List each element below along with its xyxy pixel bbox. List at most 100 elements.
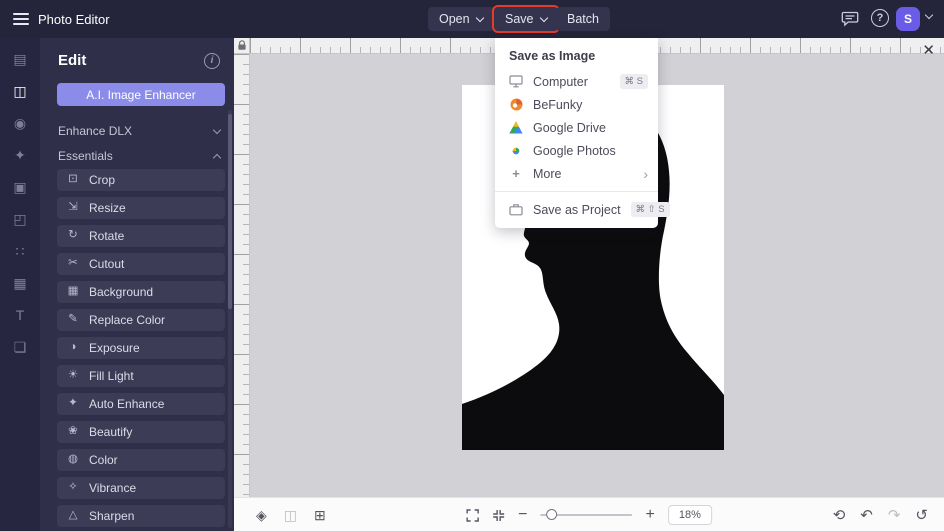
- image-manager-button[interactable]: ⊞: [314, 508, 326, 522]
- zoom-percentage[interactable]: 18%: [668, 505, 712, 525]
- sidebar-item-frames[interactable]: ▣: [9, 179, 31, 195]
- undo-icon: ↶: [860, 507, 873, 524]
- resize-icon: ⇲: [66, 202, 80, 214]
- tool-label: Rotate: [89, 229, 124, 243]
- sidebar-item-edit[interactable]: ◫: [9, 83, 31, 99]
- plus-icon: +: [645, 506, 654, 523]
- tool-color[interactable]: ◍ Color: [57, 449, 225, 471]
- grid-icon: ⊞: [314, 507, 326, 523]
- tool-rotate[interactable]: ↻Rotate: [57, 225, 225, 247]
- compare-button[interactable]: ◫: [284, 508, 297, 522]
- section-label: Enhance DLX: [58, 124, 132, 138]
- tool-sharpen[interactable]: △Sharpen: [57, 505, 225, 527]
- shortcut-badge: ⌘ S: [620, 74, 648, 89]
- zoom-out-button[interactable]: −: [518, 507, 527, 523]
- layers-button[interactable]: ◈: [256, 508, 267, 522]
- batch-button[interactable]: Batch: [556, 7, 610, 31]
- save-menu-item-more[interactable]: + More ›: [495, 162, 658, 185]
- fit-to-screen-button[interactable]: [492, 509, 505, 522]
- tool-cutout[interactable]: ✂Cutout: [57, 253, 225, 275]
- menu-item-label: Google Drive: [533, 121, 606, 135]
- avatar-initial: S: [904, 12, 912, 26]
- help-glyph: ?: [877, 12, 884, 24]
- chevron-right-icon: ›: [643, 167, 648, 181]
- tool-auto-enhance[interactable]: ✦Auto Enhance: [57, 393, 225, 415]
- touch-up-icon: ◉: [14, 116, 26, 130]
- tool-label: Crop: [89, 173, 115, 187]
- photo-library-icon: ▤: [13, 52, 26, 66]
- redo-icon: ↷: [888, 507, 901, 524]
- sidebar-item-overlays[interactable]: ◰: [9, 211, 31, 227]
- section-enhance-dlx[interactable]: Enhance DLX: [58, 121, 220, 141]
- tool-label: Sharpen: [89, 509, 134, 523]
- main-sidebar: ▤ ◫ ◉ ✦ ▣ ◰ ∷ ▦ T ❏: [0, 38, 40, 531]
- menu-item-label: Google Photos: [533, 144, 616, 158]
- redo-button[interactable]: ↷: [888, 508, 901, 523]
- crop-icon: ⊡: [66, 174, 80, 186]
- tool-label: Replace Color: [89, 313, 165, 327]
- layers-icon: ◈: [256, 507, 267, 523]
- menu-item-label: Save as Project: [533, 203, 621, 217]
- panel-scrollbar-thumb[interactable]: [228, 114, 232, 309]
- info-icon[interactable]: i: [204, 53, 220, 69]
- save-menu-item-computer[interactable]: Computer ⌘ S: [495, 70, 658, 93]
- fit-to-screen-icon: [492, 509, 505, 522]
- save-menu-item-google-photos[interactable]: Google Photos: [495, 139, 658, 162]
- hamburger-menu-icon[interactable]: [13, 13, 29, 25]
- save-dropdown-menu: Save as Image Computer ⌘ S BeFunky: [495, 38, 658, 228]
- tool-replace-color[interactable]: ✎Replace Color: [57, 309, 225, 331]
- chevron-down-icon: [475, 13, 483, 21]
- plus-icon: +: [509, 167, 523, 181]
- user-avatar[interactable]: S: [896, 7, 920, 31]
- history-icon: ↺: [915, 507, 928, 524]
- tool-label: Vibrance: [89, 481, 136, 495]
- menu-divider: [495, 191, 658, 192]
- tool-label: Exposure: [89, 341, 140, 355]
- undo-button[interactable]: ↶: [860, 508, 873, 523]
- account-chevron-icon[interactable]: [925, 11, 933, 19]
- tool-background[interactable]: ▦Background: [57, 281, 225, 303]
- zoom-in-button[interactable]: +: [645, 507, 654, 523]
- section-essentials[interactable]: Essentials: [58, 146, 220, 166]
- tool-fill-light[interactable]: ☀Fill Light: [57, 365, 225, 387]
- sidebar-item-graphics[interactable]: ∷: [9, 243, 31, 259]
- tool-resize[interactable]: ⇲Resize: [57, 197, 225, 219]
- sidebar-item-layers[interactable]: ❏: [9, 339, 31, 355]
- sidebar-item-photo-library[interactable]: ▤: [9, 51, 31, 67]
- ai-button-label: A.I. Image Enhancer: [86, 88, 195, 102]
- frames-icon: ▣: [13, 180, 26, 194]
- open-button[interactable]: Open: [428, 7, 494, 31]
- save-button[interactable]: Save: [494, 7, 558, 31]
- tool-vibrance[interactable]: ✧Vibrance: [57, 477, 225, 499]
- scissors-icon: ✂: [66, 258, 80, 270]
- tool-exposure[interactable]: ◑Exposure: [57, 337, 225, 359]
- sidebar-item-textures[interactable]: ▦: [9, 275, 31, 291]
- sidebar-item-effects[interactable]: ✦: [9, 147, 31, 163]
- save-menu-item-befunky[interactable]: BeFunky: [495, 93, 658, 116]
- edit-icon: ◫: [13, 84, 26, 98]
- ruler-lock-icon[interactable]: [234, 38, 250, 54]
- computer-icon: [509, 75, 523, 89]
- graphics-icon: ∷: [16, 244, 25, 258]
- save-menu-item-save-as-project[interactable]: Save as Project ⌘ ⇧ S: [495, 198, 658, 221]
- sidebar-item-touch-up[interactable]: ◉: [9, 115, 31, 131]
- save-menu-item-google-drive[interactable]: Google Drive: [495, 116, 658, 139]
- tool-label: Color: [89, 453, 118, 467]
- zoom-slider[interactable]: [540, 508, 632, 522]
- fullscreen-button[interactable]: [466, 509, 479, 522]
- tool-crop[interactable]: ⊡ Crop: [57, 169, 225, 191]
- zoom-slider-handle[interactable]: [546, 509, 557, 520]
- history-button[interactable]: ↺: [915, 508, 928, 523]
- section-label: Essentials: [58, 149, 113, 163]
- sidebar-item-text[interactable]: T: [9, 307, 31, 323]
- help-icon[interactable]: ?: [871, 9, 889, 27]
- app-title: Photo Editor: [38, 12, 110, 27]
- layers-icon: ❏: [14, 340, 27, 354]
- ai-image-enhancer-button[interactable]: A.I. Image Enhancer: [57, 83, 225, 106]
- close-canvas-icon[interactable]: ✕: [918, 39, 939, 61]
- tool-beautify[interactable]: ❀Beautify: [57, 421, 225, 443]
- reset-button[interactable]: ⟲: [833, 508, 846, 523]
- color-wheel-icon: ◍: [66, 454, 80, 466]
- info-glyph: i: [211, 55, 214, 66]
- feedback-chat-icon[interactable]: [840, 9, 860, 29]
